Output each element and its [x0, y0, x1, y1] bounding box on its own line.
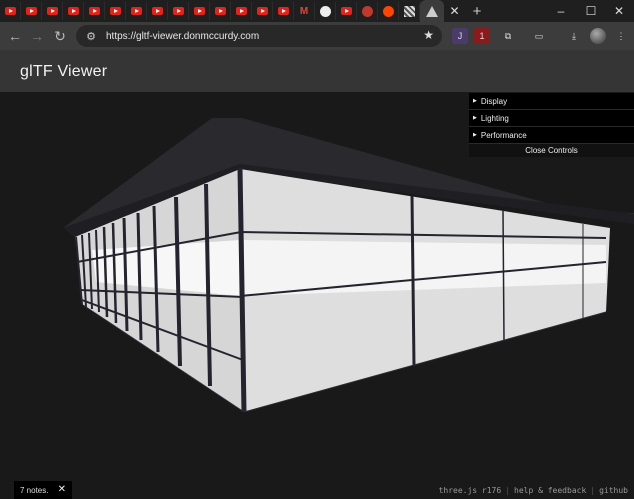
- folder-display[interactable]: ▶ Display: [469, 93, 634, 110]
- youtube-icon: [130, 7, 142, 15]
- github-icon: [319, 5, 331, 17]
- folder-performance[interactable]: ▶ Performance: [469, 127, 634, 144]
- browser-tab[interactable]: [105, 2, 126, 20]
- forward-button[interactable]: →: [28, 27, 46, 45]
- reload-icon: ↻: [54, 27, 66, 44]
- folder-lighting[interactable]: ▶ Lighting: [469, 110, 634, 127]
- browser-toolbar: ← → ↻ ⚙ https://gltf-viewer.donmccurdy.c…: [0, 22, 634, 50]
- github-link[interactable]: github: [599, 486, 628, 495]
- youtube-icon: [340, 7, 352, 15]
- extensions-puzzle-icon[interactable]: ⧉: [500, 28, 516, 44]
- close-controls-button[interactable]: Close Controls: [469, 144, 634, 157]
- new-tab-button[interactable]: +: [465, 3, 489, 20]
- browser-tab[interactable]: [315, 2, 336, 20]
- browser-tab-active[interactable]: [420, 0, 444, 22]
- browser-tab[interactable]: [42, 2, 63, 20]
- triangle-icon: [426, 5, 438, 17]
- tab-close-button[interactable]: ✕: [444, 2, 465, 20]
- menu-kebab-icon[interactable]: ⋮: [613, 28, 629, 44]
- browser-tab[interactable]: [336, 2, 357, 20]
- profile-avatar[interactable]: [590, 28, 606, 44]
- back-button[interactable]: ←: [6, 27, 24, 45]
- youtube-icon: [193, 7, 205, 15]
- footer: three.js r176 | help & feedback | github: [439, 486, 628, 495]
- front-mullion-v: [410, 195, 416, 367]
- divider: |: [590, 486, 596, 495]
- triangle-right-icon: ▶: [473, 115, 477, 121]
- app-header: glTF Viewer: [0, 50, 634, 92]
- browser-tab[interactable]: [189, 2, 210, 20]
- youtube-icon: [235, 7, 247, 15]
- youtube-icon: [109, 7, 121, 15]
- front-mullion-v: [502, 210, 505, 341]
- browser-tab[interactable]: [0, 2, 21, 20]
- feedback-link[interactable]: help & feedback: [514, 486, 586, 495]
- browser-tab[interactable]: [63, 2, 84, 20]
- reddit-icon: [382, 5, 394, 17]
- youtube-icon: [151, 7, 163, 15]
- extension-icon[interactable]: J: [452, 28, 468, 44]
- browser-tab[interactable]: [378, 2, 399, 20]
- close-window-button[interactable]: ✕: [604, 0, 634, 22]
- address-text: https://gltf-viewer.donmccurdy.com: [106, 30, 260, 42]
- tab-search-icon[interactable]: ▭: [531, 28, 547, 44]
- browser-tab[interactable]: [126, 2, 147, 20]
- youtube-icon: [256, 7, 268, 15]
- youtube-icon: [172, 7, 184, 15]
- arrow-left-icon: ←: [8, 28, 22, 44]
- youtube-icon: [4, 7, 16, 15]
- close-icon: ✕: [449, 4, 460, 18]
- notes-toast[interactable]: 7 notes. ✕: [14, 481, 72, 499]
- youtube-icon: [214, 7, 226, 15]
- browser-tab[interactable]: [273, 2, 294, 20]
- browser-tab[interactable]: [399, 2, 420, 20]
- gmail-icon: M: [299, 5, 309, 17]
- youtube-icon: [67, 7, 79, 15]
- youtube-icon: [88, 7, 100, 15]
- folder-label: Display: [480, 96, 508, 106]
- address-bar[interactable]: ⚙ https://gltf-viewer.donmccurdy.com ★: [76, 25, 442, 47]
- youtube-icon: [277, 7, 289, 15]
- browser-tab[interactable]: [21, 2, 42, 20]
- version-link[interactable]: three.js r176: [439, 486, 502, 495]
- download-icon[interactable]: ⤓: [566, 28, 582, 44]
- divider: |: [505, 486, 511, 495]
- browser-tab[interactable]: [84, 2, 105, 20]
- browser-tab[interactable]: [231, 2, 252, 20]
- triangle-right-icon: ▶: [473, 98, 477, 104]
- browser-tab[interactable]: [168, 2, 189, 20]
- browser-tab-strip: M ✕ +: [0, 0, 634, 22]
- extension-badge-icon[interactable]: 1: [474, 28, 490, 44]
- folder-label: Lighting: [480, 113, 509, 123]
- minimize-button[interactable]: –: [546, 0, 576, 22]
- browser-tab[interactable]: [252, 2, 273, 20]
- notes-close-button[interactable]: ✕: [58, 484, 66, 495]
- maximize-button[interactable]: ☐: [576, 0, 606, 22]
- folder-label: Performance: [480, 130, 527, 140]
- browser-tab[interactable]: [210, 2, 231, 20]
- controls-panel: ▶ Display ▶ Lighting ▶ Performance Close Co…: [469, 93, 634, 157]
- grid-icon: [403, 5, 415, 17]
- site-info-icon[interactable]: ⚙: [82, 29, 100, 43]
- page-title: glTF Viewer: [20, 63, 108, 80]
- browser-tab[interactable]: [357, 2, 378, 20]
- notes-label: 7 notes.: [20, 485, 49, 495]
- triangle-right-icon: ▶: [473, 132, 477, 138]
- browser-tab[interactable]: [147, 2, 168, 20]
- red-circle-icon: [361, 5, 373, 17]
- youtube-icon: [25, 7, 37, 15]
- browser-tab[interactable]: M: [294, 2, 315, 20]
- arrow-right-icon: →: [30, 28, 44, 44]
- youtube-icon: [46, 7, 58, 15]
- bookmark-star-icon[interactable]: ★: [423, 28, 434, 42]
- reload-button[interactable]: ↻: [51, 27, 69, 45]
